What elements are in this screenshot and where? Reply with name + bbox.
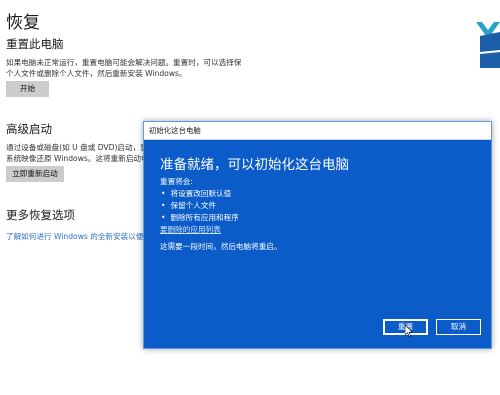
cancel-button[interactable]: 取消: [436, 319, 481, 335]
page-title: 恢复: [6, 13, 40, 33]
advanced-startup-description-line1: 通过设备或磁盘(如 U 盘或 DVD)启动，更改 W: [6, 143, 143, 152]
apps-to-remove-link[interactable]: 要删除的应用列表: [160, 224, 221, 235]
dialog-titlebar: 初始化这台电脑: [144, 122, 491, 140]
recovery-settings-page: 恢复 重置此电脑 如果电脑未正常运行，重置电脑可能会解决问题。重置时，可以选择保…: [0, 0, 500, 395]
logo-icon: [476, 22, 500, 68]
bullet-item: 删除所有应用和程序: [161, 212, 238, 223]
clean-install-link[interactable]: 了解如何进行 Windows 的全新安装以便开始使用: [6, 231, 143, 242]
advanced-startup-heading: 高级启动: [6, 122, 52, 136]
reset-will-label: 重置将会:: [160, 177, 193, 186]
bullet-item: 将设置改回默认值: [161, 188, 231, 199]
reset-pc-description-line2: 个人文件或删除个人文件，然后重新安装 Windows。: [6, 69, 187, 78]
bullet-item: 保留个人文件: [161, 200, 216, 211]
reset-pc-heading: 重置此电脑: [6, 37, 64, 51]
start-reset-button[interactable]: 开始: [6, 81, 49, 97]
restart-now-button[interactable]: 立即重新启动: [6, 166, 64, 182]
reset-pc-dialog: 初始化这台电脑 准备就绪，可以初始化这台电脑 重置将会: 将设置改回默认值 保留…: [143, 121, 492, 349]
dialog-heading: 准备就绪，可以初始化这台电脑: [160, 157, 349, 173]
advanced-startup-description-line2: 系统映像还原 Windows。这将重新启动电脑。: [6, 154, 143, 163]
mouse-cursor-icon: [405, 325, 413, 337]
dialog-note: 这需要一段时间，然后电脑将重启。: [160, 242, 282, 251]
more-recovery-options-heading: 更多恢复选项: [6, 208, 75, 222]
reset-pc-description-line1: 如果电脑未正常运行，重置电脑可能会解决问题。重置时，可以选择保留: [6, 58, 241, 67]
dialog-window-title: 初始化这台电脑: [149, 126, 201, 135]
